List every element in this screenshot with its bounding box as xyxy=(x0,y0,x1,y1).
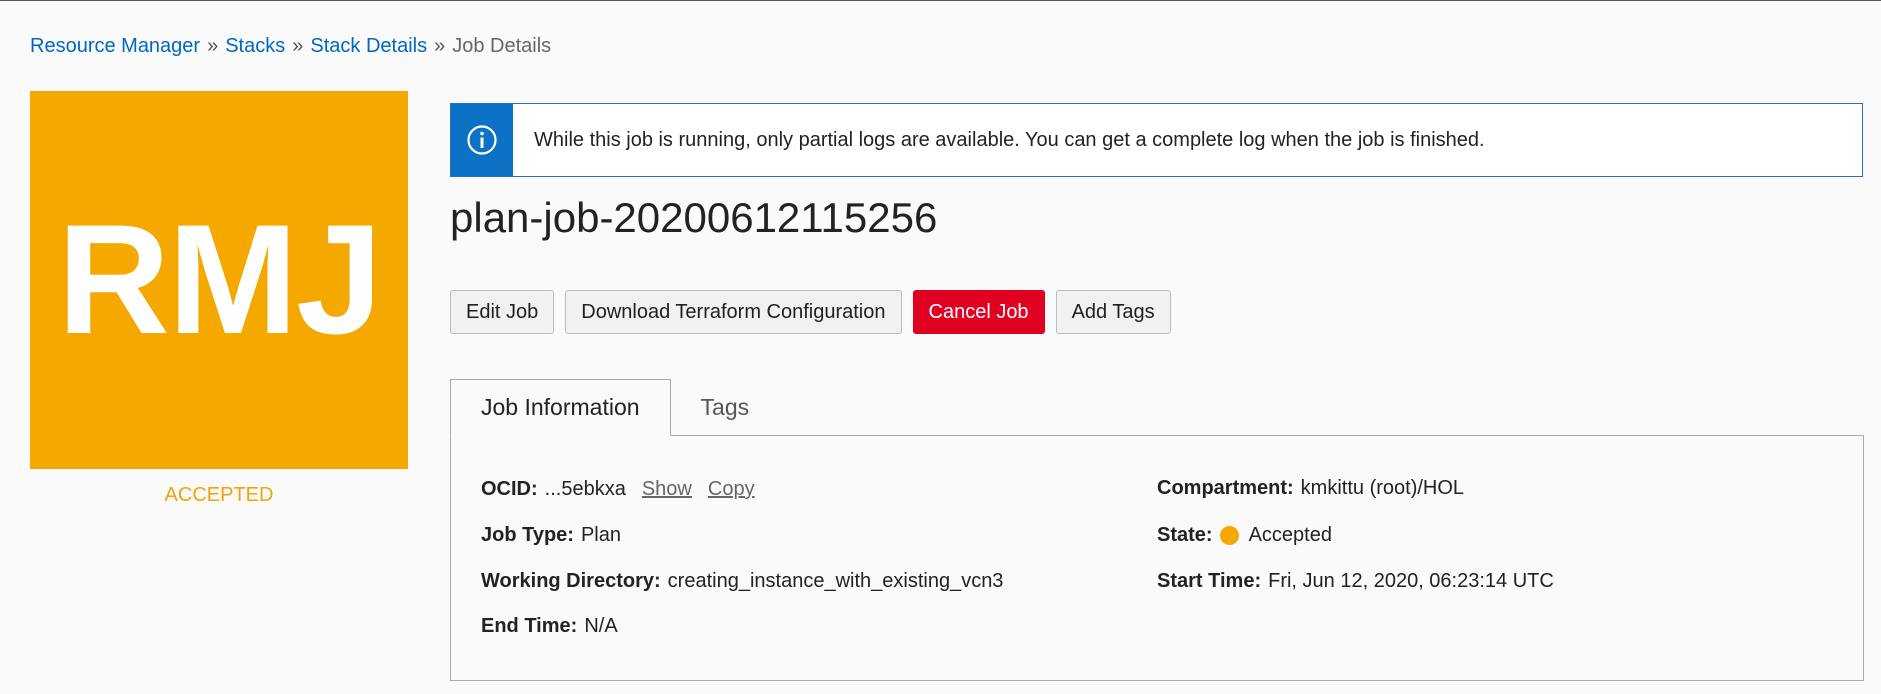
state-field: State: Accepted xyxy=(1157,524,1332,547)
edit-job-button[interactable]: Edit Job xyxy=(450,290,555,334)
tab-bar: Job Information Tags xyxy=(450,379,779,436)
tab-tags[interactable]: Tags xyxy=(671,379,780,436)
working-directory-value: creating_instance_with_existing_vcn3 xyxy=(667,570,1004,592)
ocid-copy-link[interactable]: Copy xyxy=(708,478,755,501)
job-type-field: Job Type: Plan xyxy=(481,524,621,547)
breadcrumb-separator: » xyxy=(207,35,219,57)
tab-job-information[interactable]: Job Information xyxy=(450,379,671,436)
action-bar: Edit Job Download Terraform Configuratio… xyxy=(450,290,1171,334)
start-time-label: Start Time: xyxy=(1157,570,1262,592)
add-tags-button[interactable]: Add Tags xyxy=(1055,290,1171,334)
breadcrumb-current: Job Details xyxy=(452,35,552,57)
compartment-value: kmkittu (root)/HOL xyxy=(1300,477,1465,499)
breadcrumb-separator: » xyxy=(434,35,446,57)
breadcrumb-stack-details[interactable]: Stack Details xyxy=(310,35,427,57)
compartment-label: Compartment: xyxy=(1157,477,1294,499)
end-time-label: End Time: xyxy=(481,615,578,637)
breadcrumb: Resource Manager » Stacks » Stack Details » Jo… xyxy=(30,35,551,58)
job-type-label: Job Type: xyxy=(481,524,574,546)
state-dot-icon xyxy=(1219,526,1239,545)
ocid-label: OCID: xyxy=(481,478,538,500)
banner-message: While this job is running, only partial … xyxy=(534,128,1485,151)
end-time-value: N/A xyxy=(584,615,618,637)
compartment-field: Compartment: kmkittu (root)/HOL xyxy=(1157,477,1464,500)
job-type-value: Plan xyxy=(580,524,621,546)
start-time-field: Start Time: Fri, Jun 12, 2020, 06:23:14 … xyxy=(1157,570,1554,593)
breadcrumb-resource-manager[interactable]: Resource Manager xyxy=(30,35,200,57)
working-directory-label: Working Directory: xyxy=(481,570,661,592)
end-time-field: End Time: N/A xyxy=(481,615,618,638)
info-icon xyxy=(451,104,513,176)
working-directory-field: Working Directory: creating_instance_wit… xyxy=(481,570,1003,593)
job-avatar: RMJ xyxy=(30,91,408,469)
job-information-panel: OCID: ...5ebkxa Show Copy Job Type: Plan… xyxy=(450,435,1864,681)
info-banner: While this job is running, only partial … xyxy=(450,103,1863,177)
ocid-field: OCID: ...5ebkxa Show Copy xyxy=(481,478,755,501)
ocid-show-link[interactable]: Show xyxy=(642,478,692,501)
breadcrumb-separator: » xyxy=(292,35,304,57)
page-title: plan-job-20200612115256 xyxy=(450,194,938,241)
ocid-value: ...5ebkxa xyxy=(544,478,626,500)
cancel-job-button[interactable]: Cancel Job xyxy=(912,290,1045,334)
avatar-initials: RMJ xyxy=(57,192,382,367)
start-time-value: Fri, Jun 12, 2020, 06:23:14 UTC xyxy=(1268,570,1554,592)
state-label: State: xyxy=(1157,524,1213,546)
top-border xyxy=(0,0,1881,1)
breadcrumb-stacks[interactable]: Stacks xyxy=(225,35,285,57)
download-terraform-button[interactable]: Download Terraform Configuration xyxy=(565,290,902,334)
state-value: Accepted xyxy=(1248,524,1332,546)
avatar-status-label: ACCEPTED xyxy=(164,484,274,506)
